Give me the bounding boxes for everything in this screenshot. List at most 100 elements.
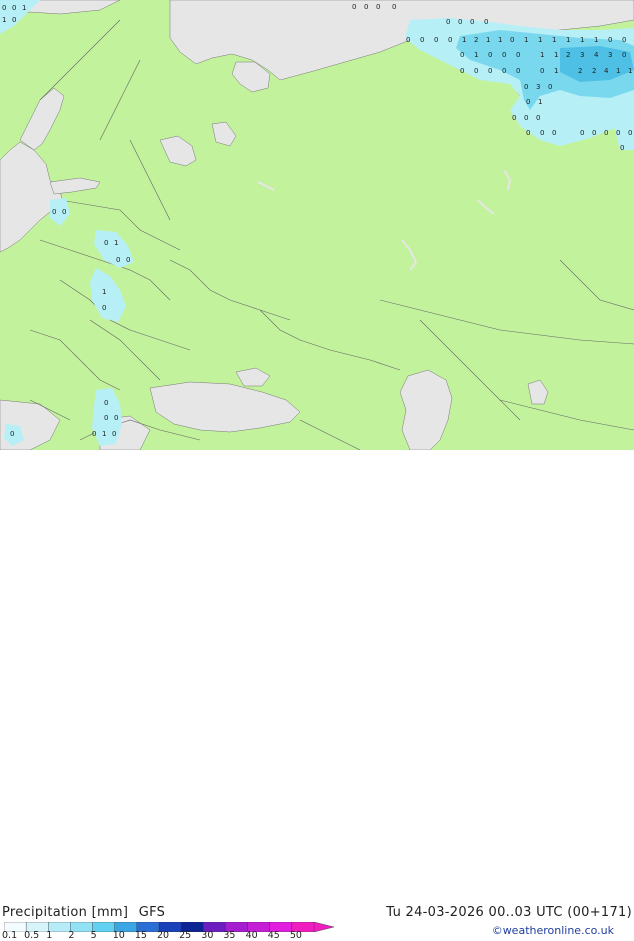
value-label: 0 — [552, 129, 556, 137]
value-label: 1 — [498, 36, 502, 44]
scale-tick-label: 10 — [112, 930, 125, 941]
credit-link[interactable]: ©weatheronline.co.uk — [492, 924, 614, 937]
value-label: 0 — [116, 256, 120, 264]
value-label: 1 — [580, 36, 584, 44]
value-label: 1 — [486, 36, 490, 44]
value-label: 3 — [608, 51, 612, 59]
value-label: 0 — [516, 67, 520, 75]
value-label: 4 — [594, 51, 599, 59]
value-label: 1 — [554, 51, 558, 59]
scale-tick-label: 25 — [179, 930, 192, 941]
scale-tick-label: 20 — [157, 930, 170, 941]
value-label: 0 — [406, 36, 410, 44]
value-label: 0 — [102, 304, 106, 312]
value-label: 0 — [526, 98, 530, 106]
value-label: 0 — [580, 129, 584, 137]
value-label: 0 — [512, 114, 516, 122]
value-label: 0 — [52, 208, 56, 216]
value-label: 0 — [62, 208, 66, 216]
value-label: 0 — [12, 16, 16, 24]
scale-tick-label: 1 — [46, 930, 53, 941]
value-label: 1 — [102, 430, 106, 438]
value-label: 0 — [524, 83, 528, 91]
value-label: 1 — [22, 4, 26, 12]
value-label: 0 — [470, 18, 474, 26]
value-label: 0 — [616, 129, 620, 137]
value-label: 1 — [538, 36, 542, 44]
value-label: 0 — [502, 51, 506, 59]
value-label: 0 — [516, 51, 520, 59]
value-label: 0 — [502, 67, 506, 75]
value-label: 1 — [2, 16, 6, 24]
value-label: 0 — [10, 430, 14, 438]
value-label: 0 — [446, 18, 450, 26]
value-label: 0 — [474, 67, 478, 75]
value-label: 0 — [112, 430, 116, 438]
value-label: 0 — [622, 51, 626, 59]
value-label: 0 — [604, 129, 608, 137]
scale-tick-label: 35 — [223, 930, 236, 941]
value-label: 0 — [524, 114, 528, 122]
value-label: 3 — [580, 51, 584, 59]
value-label: 0 — [12, 4, 16, 12]
value-label: 0 — [540, 67, 544, 75]
value-label: 0 — [484, 18, 488, 26]
value-label: 0 — [364, 3, 368, 11]
value-label: 0 — [92, 430, 96, 438]
value-label: 1 — [524, 36, 528, 44]
scale-tick-label: 5 — [90, 930, 97, 941]
value-label: 0 — [608, 36, 612, 44]
precipitation-map: 0 0 1 1 0 0 0 0 0 0 0 0 0 0 0 0 0 1 2 1 … — [0, 0, 634, 450]
value-label: 0 — [352, 3, 356, 11]
scale-tick-label: 0.1 — [2, 930, 18, 941]
scale-tick-label: 45 — [267, 930, 280, 941]
value-label: 0 — [548, 83, 552, 91]
value-label: 0 — [458, 18, 462, 26]
value-label: 0 — [488, 67, 492, 75]
scale-tick-label: 2 — [68, 930, 75, 941]
value-label: 1 — [474, 51, 478, 59]
value-label: 0 — [628, 129, 632, 137]
scale-tick-label: 40 — [245, 930, 258, 941]
value-label: 0 — [114, 414, 118, 422]
legend-title: Precipitation [mm] GFS — [2, 905, 165, 920]
value-label: 1 — [540, 51, 544, 59]
value-label: 0 — [104, 399, 108, 407]
legend-title-text: Precipitation [mm] — [2, 905, 129, 920]
value-label: 0 — [488, 51, 492, 59]
value-label: 0 — [460, 67, 464, 75]
value-label: 0 — [420, 36, 424, 44]
value-label: 4 — [604, 67, 609, 75]
value-label: 0 — [592, 129, 596, 137]
value-label: 3 — [536, 83, 540, 91]
value-label: 0 — [376, 3, 380, 11]
value-label: 2 — [566, 51, 570, 59]
value-label: 0 — [126, 256, 130, 264]
value-label: 1 — [616, 67, 620, 75]
value-label: 2 — [592, 67, 596, 75]
run-time: Tu 24-03-2026 00..03 UTC (00+171) — [386, 905, 632, 920]
value-label: 0 — [526, 129, 530, 137]
value-label: 1 — [102, 288, 106, 296]
value-label: 2 — [578, 67, 582, 75]
value-label: 0 — [460, 51, 464, 59]
value-label: 0 — [536, 114, 540, 122]
value-label: 0 — [510, 36, 514, 44]
value-label: 1 — [462, 36, 466, 44]
value-label: 0 — [104, 414, 108, 422]
model-name: GFS — [138, 905, 166, 920]
value-label: 0 — [434, 36, 438, 44]
value-label: 1 — [538, 98, 542, 106]
scale-tick-labels: 0.1 0.5 1 2 5 10 15 20 25 30 35 40 45 50 — [0, 930, 340, 941]
value-label: 1 — [566, 36, 570, 44]
value-label: 1 — [114, 239, 118, 247]
value-label: 0 — [2, 4, 6, 12]
scale-tick-label: 15 — [134, 930, 147, 941]
value-label: 0 — [448, 36, 452, 44]
value-label: 0 — [104, 239, 108, 247]
value-label: 1 — [554, 67, 558, 75]
scale-tick-label: 0.5 — [24, 930, 40, 941]
scale-tick-label: 30 — [201, 930, 214, 941]
legend-bar: Precipitation [mm] GFS Tu 24-03-2026 00.… — [0, 450, 634, 941]
value-label: 0 — [622, 36, 626, 44]
